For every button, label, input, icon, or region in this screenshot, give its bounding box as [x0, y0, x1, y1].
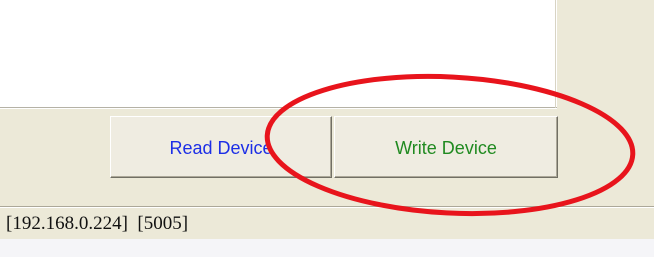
content-area	[0, 0, 557, 109]
read-device-label: Read Device	[169, 138, 273, 158]
read-device-button[interactable]: Read Device	[110, 116, 332, 178]
content-divider-vertical	[555, 0, 556, 108]
content-divider	[0, 107, 557, 108]
connection-status-text: [192.168.0.224] [5005]	[6, 213, 189, 234]
window-body: Read Device Write Device [192.168.0.224]…	[0, 0, 654, 257]
write-device-button[interactable]: Write Device	[334, 116, 558, 178]
bottom-strip	[0, 239, 654, 257]
status-bar: [192.168.0.224] [5005]	[0, 206, 654, 239]
write-device-label: Write Device	[395, 138, 497, 158]
